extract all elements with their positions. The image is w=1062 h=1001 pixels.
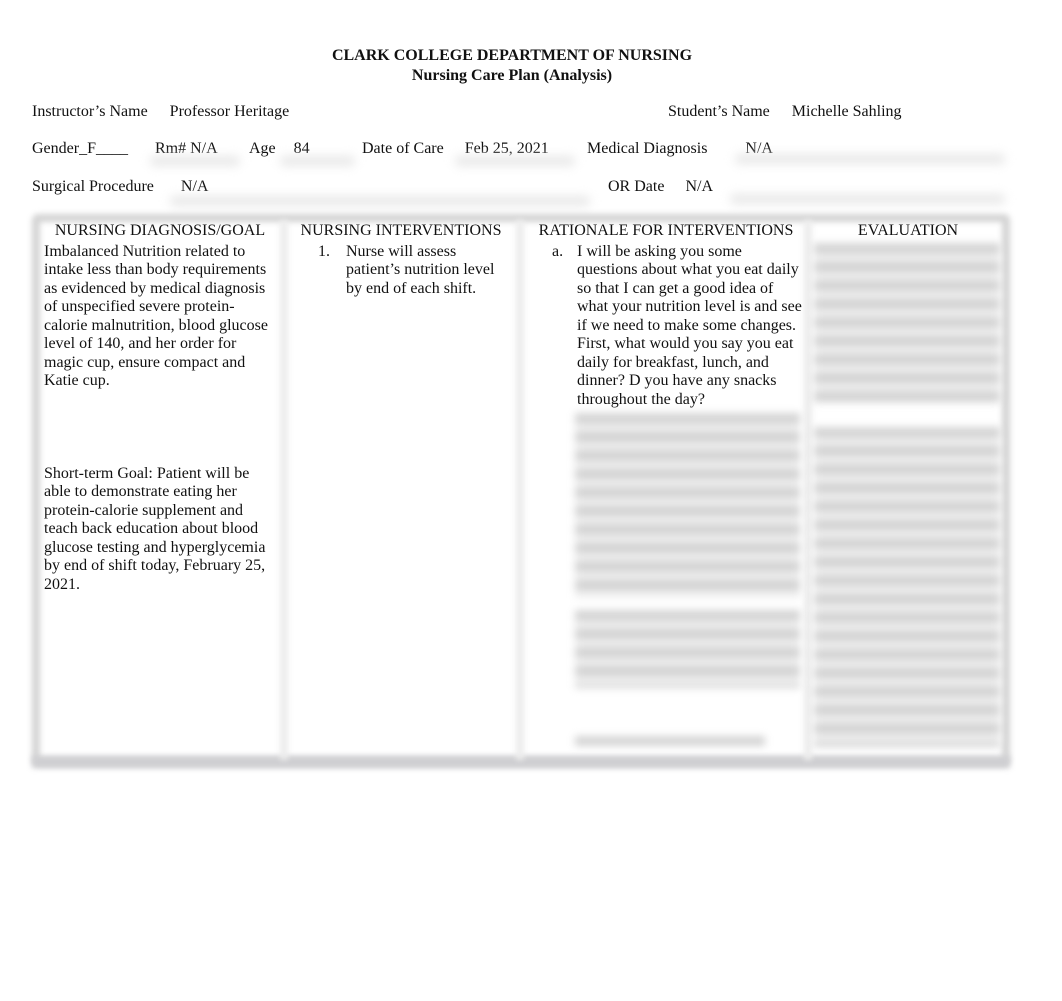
gender-field: Gender_F____ xyxy=(32,140,128,157)
header-diagnosis-goal: NURSING DIAGNOSIS/GOAL xyxy=(54,222,266,239)
intervention-text: Nurse will assess patient’s nutrition le… xyxy=(346,242,495,297)
or-date-field: OR Date N/A xyxy=(608,177,713,197)
instructor-value: Professor Heritage xyxy=(169,103,290,120)
room-value: N/A xyxy=(190,140,218,157)
student-label: Student’s Name xyxy=(668,103,770,120)
header-evaluation: EVALUATION xyxy=(857,222,959,239)
date-of-care-value: Feb 25, 2021 xyxy=(464,140,549,157)
underline-blur xyxy=(280,156,355,166)
date-of-care-label: Date of Care xyxy=(362,140,444,157)
rationale-text: I will be asking you some questions abou… xyxy=(577,242,802,408)
underline-blur xyxy=(170,196,590,206)
document-title: Nursing Care Plan (Analysis) xyxy=(411,67,613,84)
obscured-evaluation-text xyxy=(814,426,1000,747)
age-value: 84 xyxy=(293,140,310,157)
column-divider xyxy=(516,220,524,760)
rationale-item: a. I will be asking you some questions a… xyxy=(530,243,802,410)
obscured-rationale-text xyxy=(575,610,800,688)
surgical-procedure-field: Surgical Procedure N/A xyxy=(32,177,208,197)
underline-blur xyxy=(455,156,575,166)
instructor-field: Instructor’s Name Professor Heritage xyxy=(32,102,289,122)
instructor-label: Instructor’s Name xyxy=(32,103,148,120)
surgical-procedure-label: Surgical Procedure xyxy=(32,178,154,195)
medical-diagnosis-label: Medical Diagnosis xyxy=(587,140,708,157)
column-divider xyxy=(804,220,812,760)
evaluation-column: EVALUATION xyxy=(814,222,1002,747)
obscured-evaluation-text xyxy=(814,242,1000,403)
intervention-item: 1. Nurse will assess patient’s nutrition… xyxy=(294,243,508,299)
underline-blur xyxy=(735,154,1005,164)
student-field: Student’s Name Michelle Sahling xyxy=(668,102,902,122)
intervention-marker: 1. xyxy=(318,242,330,260)
care-plan-table: NURSING DIAGNOSIS/GOAL Imbalanced Nutrit… xyxy=(32,214,1010,768)
institution-name: CLARK COLLEGE DEPARTMENT OF NURSING xyxy=(331,47,693,64)
student-value: Michelle Sahling xyxy=(791,103,902,120)
interventions-column: NURSING INTERVENTIONS 1. Nurse will asse… xyxy=(294,222,508,298)
header-rationale: RATIONALE FOR INTERVENTIONS xyxy=(538,222,794,239)
column-divider xyxy=(280,220,288,760)
obscured-rationale-text xyxy=(575,413,800,598)
rationale-column: RATIONALE FOR INTERVENTIONS a. I will be… xyxy=(530,222,802,746)
or-date-label: OR Date xyxy=(608,178,665,195)
obscured-rationale-text xyxy=(575,736,765,746)
diagnosis-column: NURSING DIAGNOSIS/GOAL Imbalanced Nutrit… xyxy=(44,222,276,594)
age-label: Age xyxy=(249,140,276,157)
document-header: CLARK COLLEGE DEPARTMENT OF NURSING Nurs… xyxy=(0,46,1024,86)
or-date-value: N/A xyxy=(685,178,713,195)
short-term-goal-text: Short-term Goal: Patient will be able to… xyxy=(44,464,266,593)
nursing-diagnosis-text: Imbalanced Nutrition related to intake l… xyxy=(44,242,268,390)
header-interventions: NURSING INTERVENTIONS xyxy=(300,222,502,239)
underline-blur xyxy=(730,194,1005,204)
room-label: Rm# xyxy=(155,140,187,157)
underline-blur xyxy=(150,156,240,166)
rationale-marker: a. xyxy=(552,242,564,260)
surgical-procedure-value: N/A xyxy=(180,178,209,195)
